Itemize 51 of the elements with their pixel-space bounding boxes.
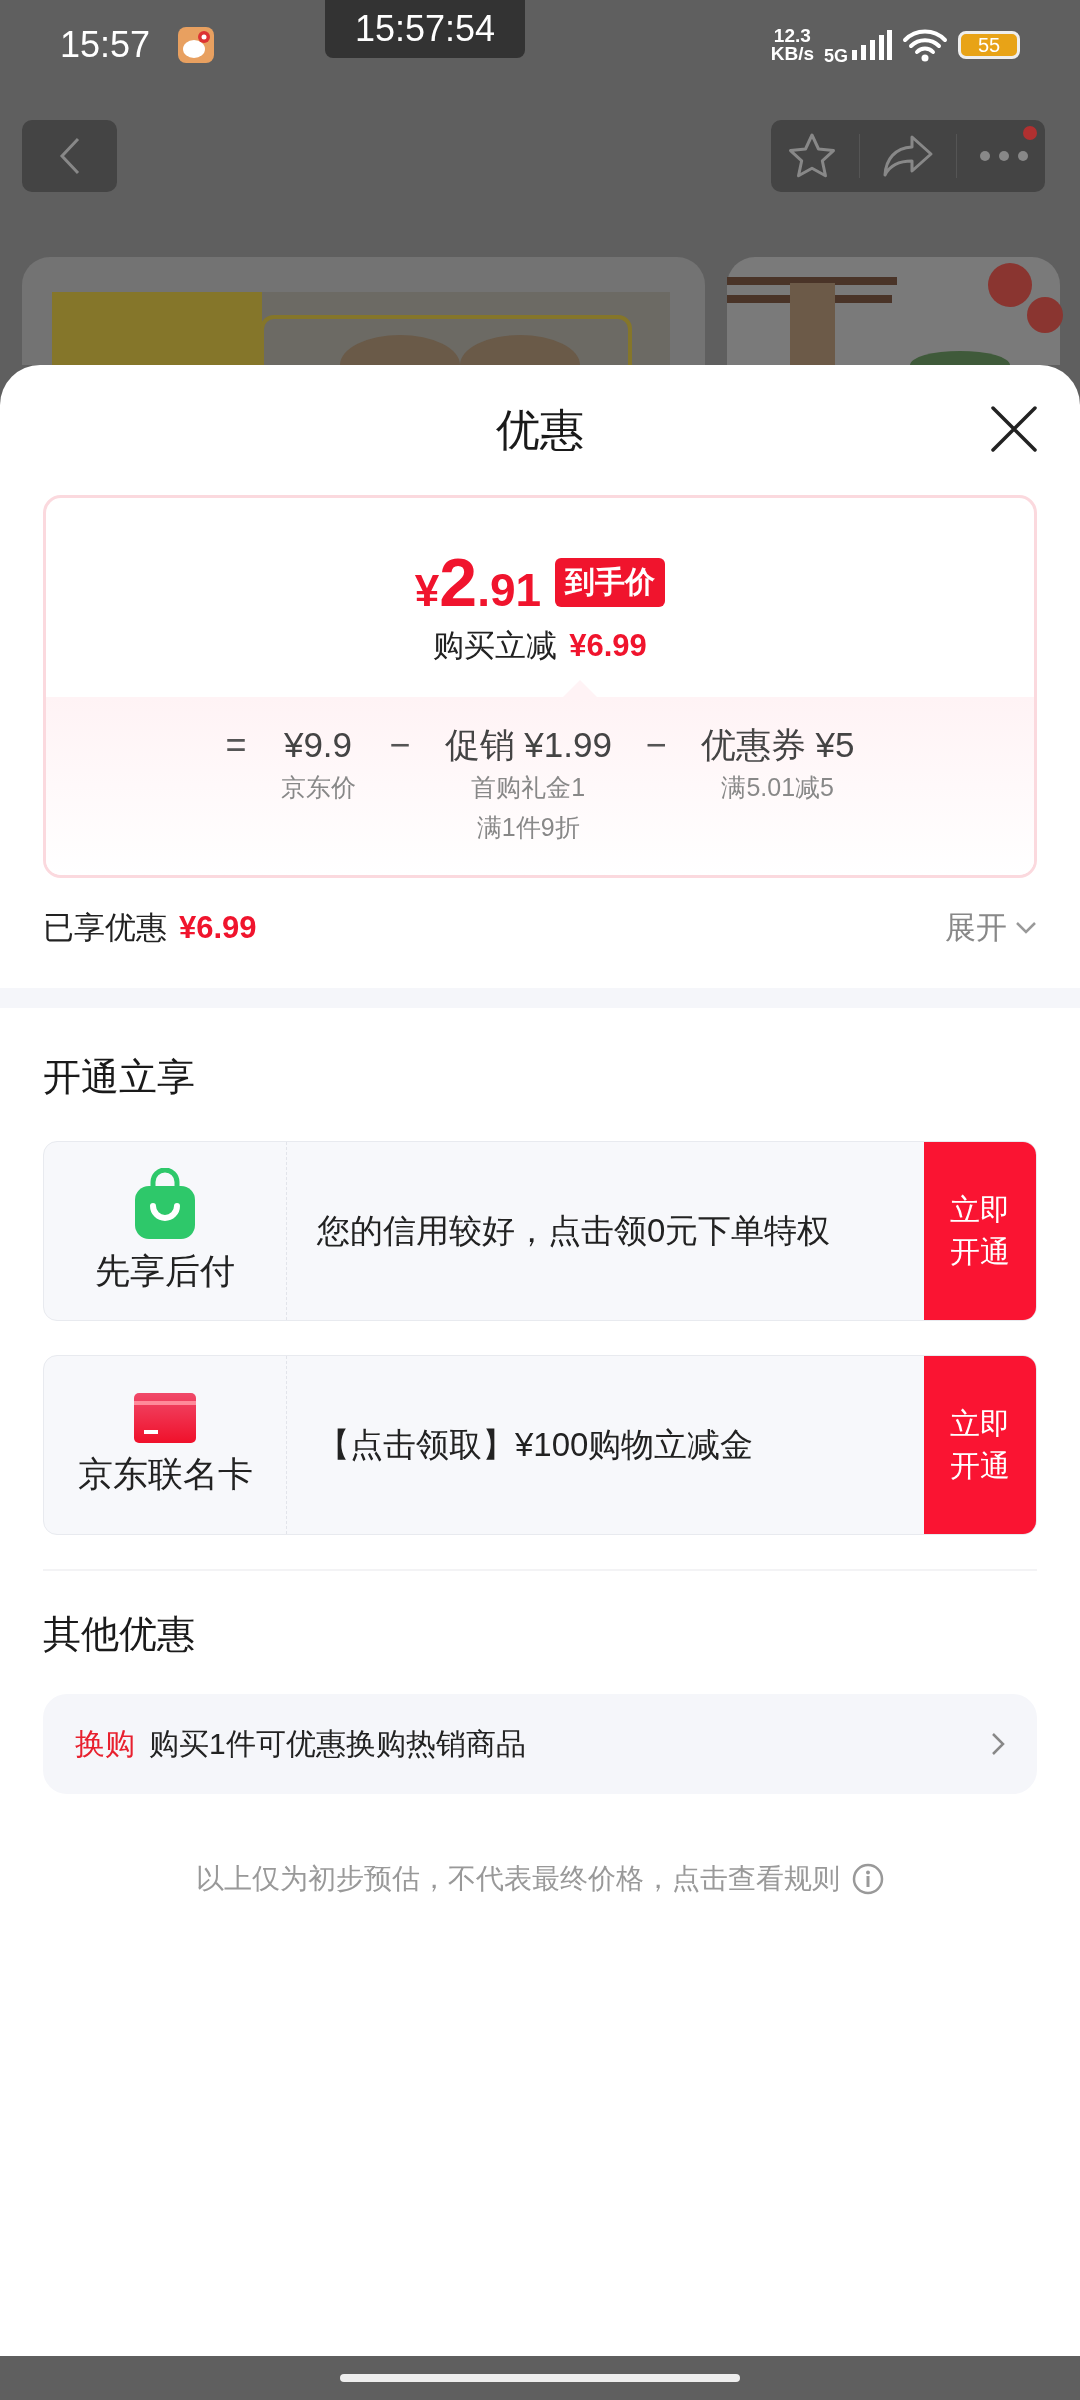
activate-button[interactable]: 立即开通	[924, 1356, 1036, 1534]
battery-level: 55	[958, 31, 1020, 59]
network-type: 5G	[824, 45, 848, 67]
offer-name: 京东联名卡	[77, 1452, 253, 1495]
chevron-right-icon	[991, 1732, 1005, 1756]
saving-amount: ¥6.99	[569, 628, 647, 664]
credit-card-icon	[134, 1392, 196, 1443]
offer-tag: 换购	[75, 1723, 135, 1765]
share-icon[interactable]	[882, 134, 934, 178]
breakdown-amount: 优惠券 ¥5	[700, 724, 855, 766]
summary-label: 已享优惠	[43, 909, 167, 947]
star-icon[interactable]	[787, 132, 837, 180]
breakdown-amount: ¥9.9	[283, 724, 353, 766]
breakdown-note: 京东价	[280, 772, 356, 803]
network-speed: 12.3 KB/s	[770, 27, 814, 63]
breakdown-amount: 促销 ¥1.99	[444, 724, 612, 766]
offer-name: 先享后付	[95, 1249, 235, 1292]
activate-button[interactable]: 立即开通	[924, 1142, 1036, 1320]
section-title: 其他优惠	[43, 1612, 196, 1657]
offer-description: 购买1件可优惠换购热销商品	[149, 1725, 527, 1762]
wifi-icon	[902, 28, 948, 62]
breakdown-note: 满5.01减5	[721, 772, 834, 803]
sheet-title: 优惠	[496, 403, 584, 456]
status-time: 15:57	[60, 24, 151, 66]
operator: −	[389, 723, 411, 767]
shopping-bag-icon	[134, 1167, 196, 1240]
breakdown-note: 满1件9折	[476, 812, 580, 843]
signal-icon	[852, 30, 892, 60]
recording-clock: 15:57:54	[325, 0, 526, 58]
breakdown-note: 首购礼金1	[471, 772, 586, 803]
operator: =	[225, 723, 247, 767]
chevron-down-icon	[1015, 921, 1037, 935]
more-icon[interactable]	[979, 150, 1029, 162]
offer-description: 您的信用较好，点击领0元下单特权	[316, 1210, 832, 1251]
back-button[interactable]	[22, 120, 117, 192]
final-price: ¥2.91	[414, 543, 542, 621]
disclaimer-text: 以上仅为初步预估，不代表最终价格，点击查看规则	[196, 1862, 840, 1896]
info-icon[interactable]	[852, 1863, 884, 1895]
operator: −	[645, 723, 667, 767]
app-icon	[178, 27, 215, 63]
close-button[interactable]	[988, 403, 1040, 455]
summary-amount: ¥6.99	[179, 910, 257, 946]
saving-label: 购买立减	[433, 627, 558, 665]
back-icon	[58, 137, 81, 175]
offer-description: 【点击领取】¥100购物立减金	[316, 1424, 755, 1465]
notification-dot	[1023, 126, 1037, 140]
price-tag: 到手价	[555, 557, 666, 607]
close-icon	[988, 403, 1040, 455]
expand-toggle[interactable]: 展开	[945, 907, 1037, 949]
exchange-offer-row[interactable]: 换购 购买1件可优惠换购热销商品	[43, 1694, 1037, 1794]
section-title: 开通立享	[43, 1055, 196, 1100]
